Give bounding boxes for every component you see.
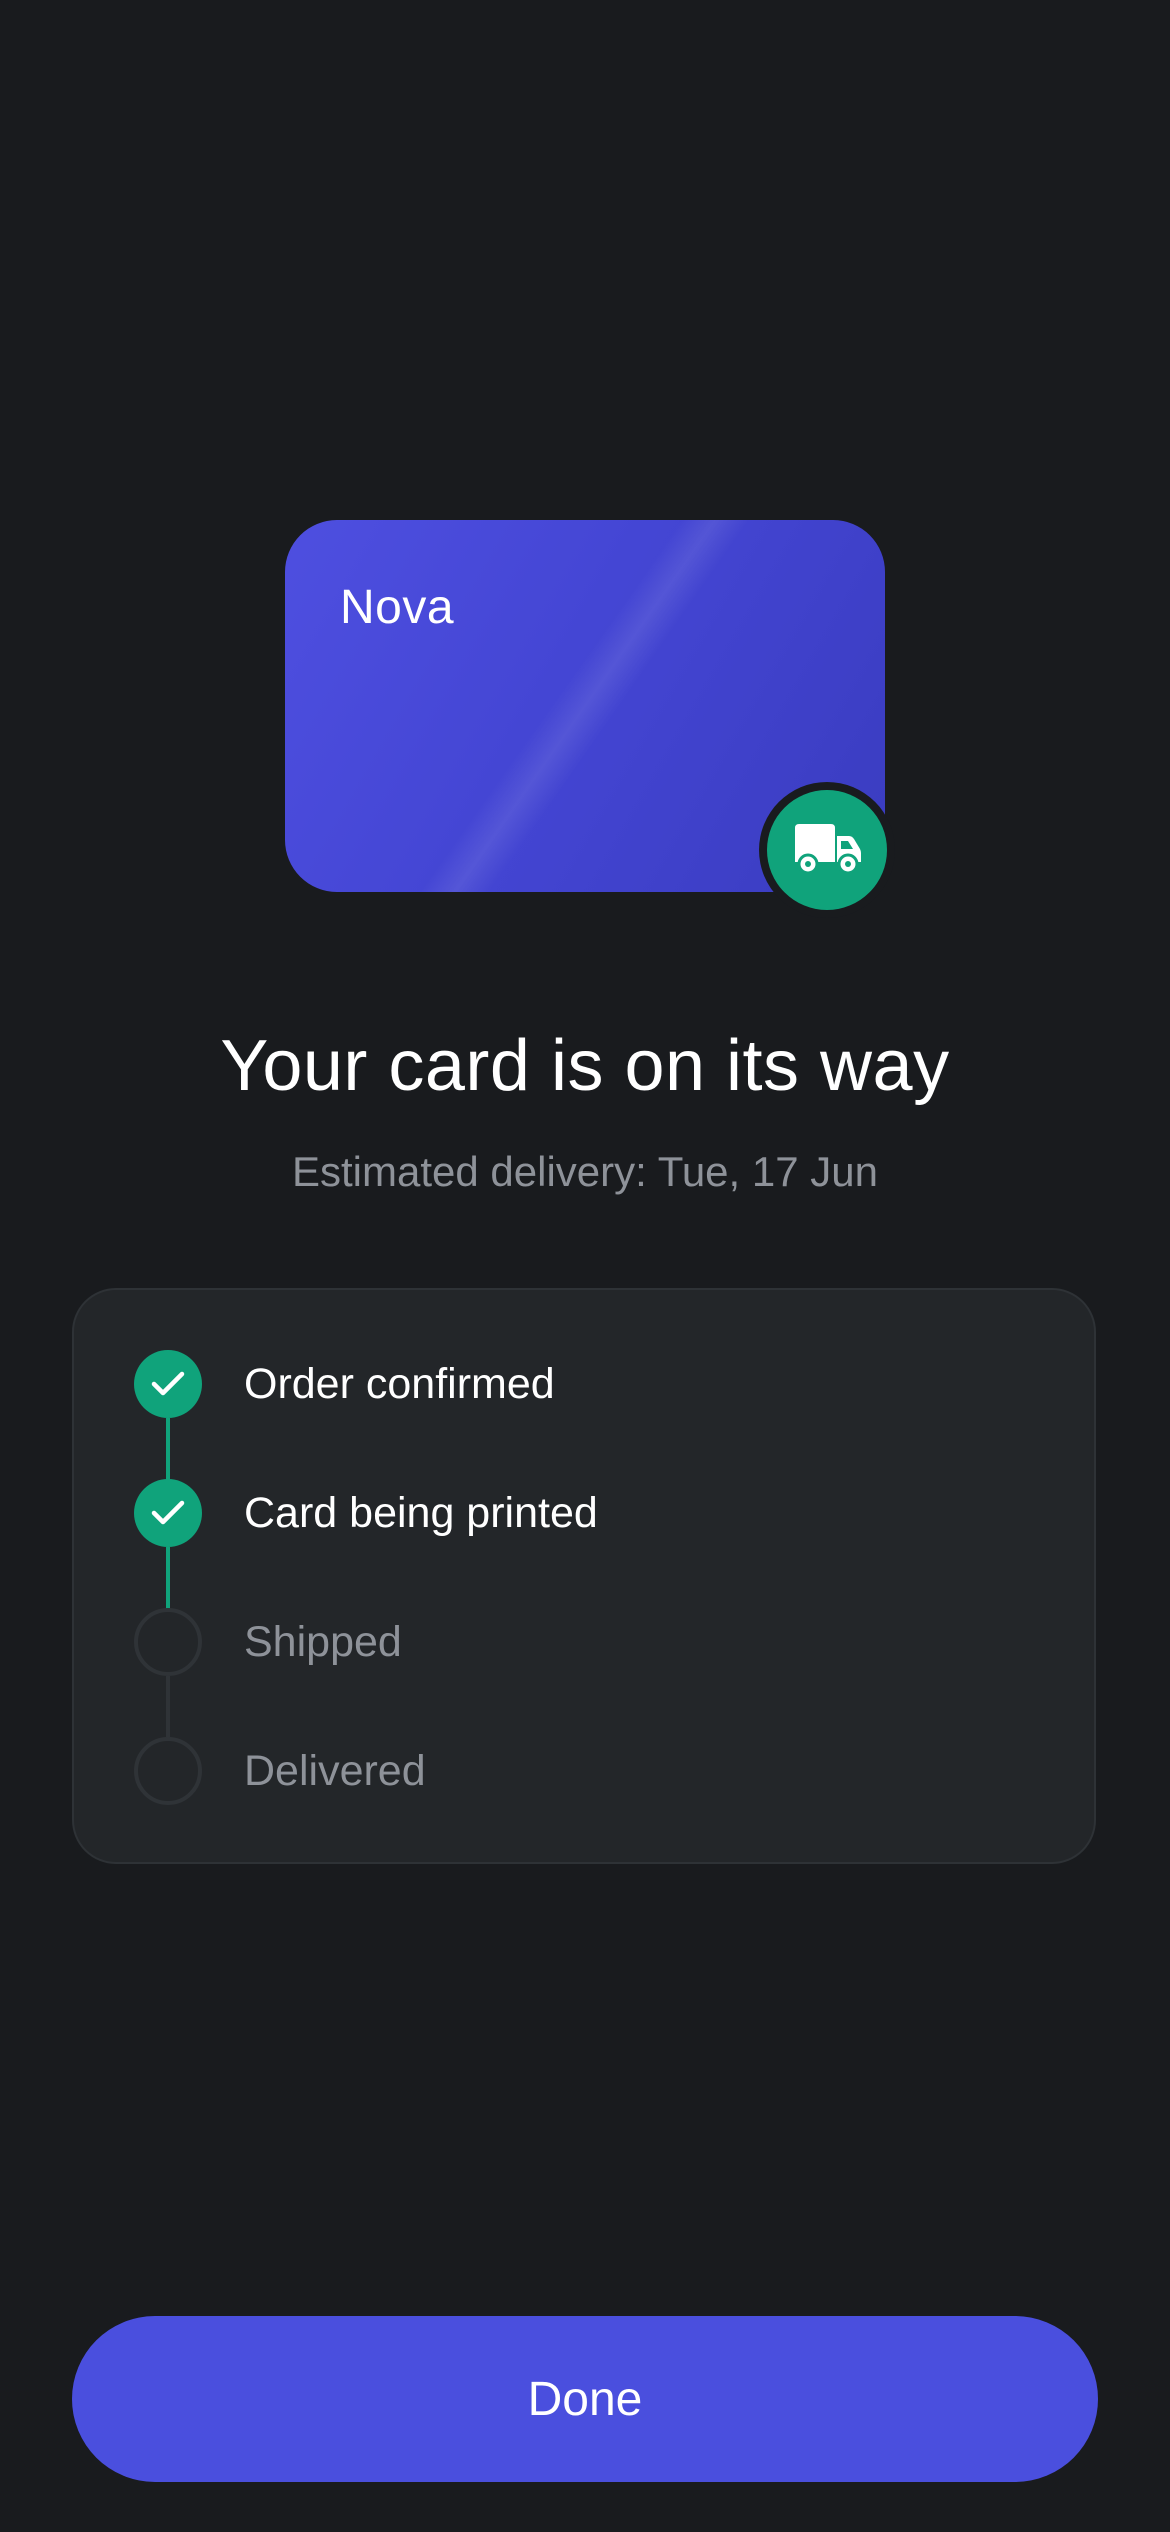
card-brand-name: Nova [340,581,455,634]
check-icon [134,1350,202,1418]
delivery-timeline: Order confirmed Card being printed Shipp… [72,1288,1096,1864]
timeline-step-label: Delivered [244,1746,426,1795]
done-button[interactable]: Done [72,2316,1098,2482]
timeline-connector [166,1418,170,1482]
timeline-connector [166,1547,170,1611]
timeline-step-order-confirmed: Order confirmed [134,1350,555,1418]
timeline-step-shipped: Shipped [134,1608,402,1676]
check-icon [134,1479,202,1547]
timeline-connector [166,1676,170,1740]
truck-icon [795,824,861,875]
timeline-step-delivered: Delivered [134,1737,426,1805]
timeline-step-label: Order confirmed [244,1359,555,1408]
estimated-delivery-text: Estimated delivery: Tue, 17 Jun [292,1148,878,1195]
page-title: Your card is on its way [220,1026,950,1106]
empty-circle-icon [134,1737,202,1805]
empty-circle-icon [134,1608,202,1676]
timeline-step-card-printing: Card being printed [134,1479,598,1547]
timeline-step-label: Card being printed [244,1488,598,1537]
timeline-step-label: Shipped [244,1617,402,1666]
delivery-badge-circle [767,790,887,910]
delivery-badge [759,782,895,918]
card-illustration: Nova [285,520,895,918]
